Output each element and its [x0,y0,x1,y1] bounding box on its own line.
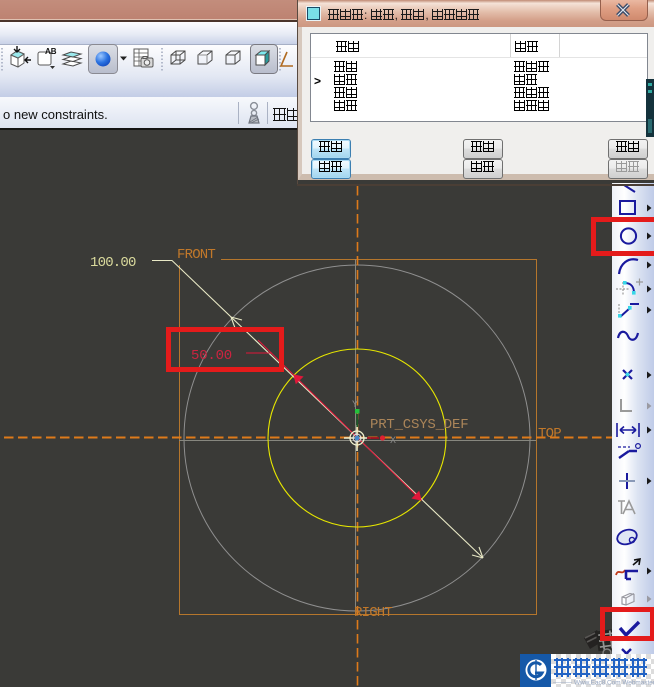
svg-text:X: X [390,436,396,447]
svg-text:Y: Y [352,400,358,411]
svg-text:FRONT: FRONT [177,247,215,263]
svg-text:RIGHT: RIGHT [354,605,392,621]
svg-text:100.00: 100.00 [90,255,136,271]
svg-text:TOP: TOP [538,426,561,442]
svg-text:PRT_CSYS_DEF: PRT_CSYS_DEF [370,417,468,433]
